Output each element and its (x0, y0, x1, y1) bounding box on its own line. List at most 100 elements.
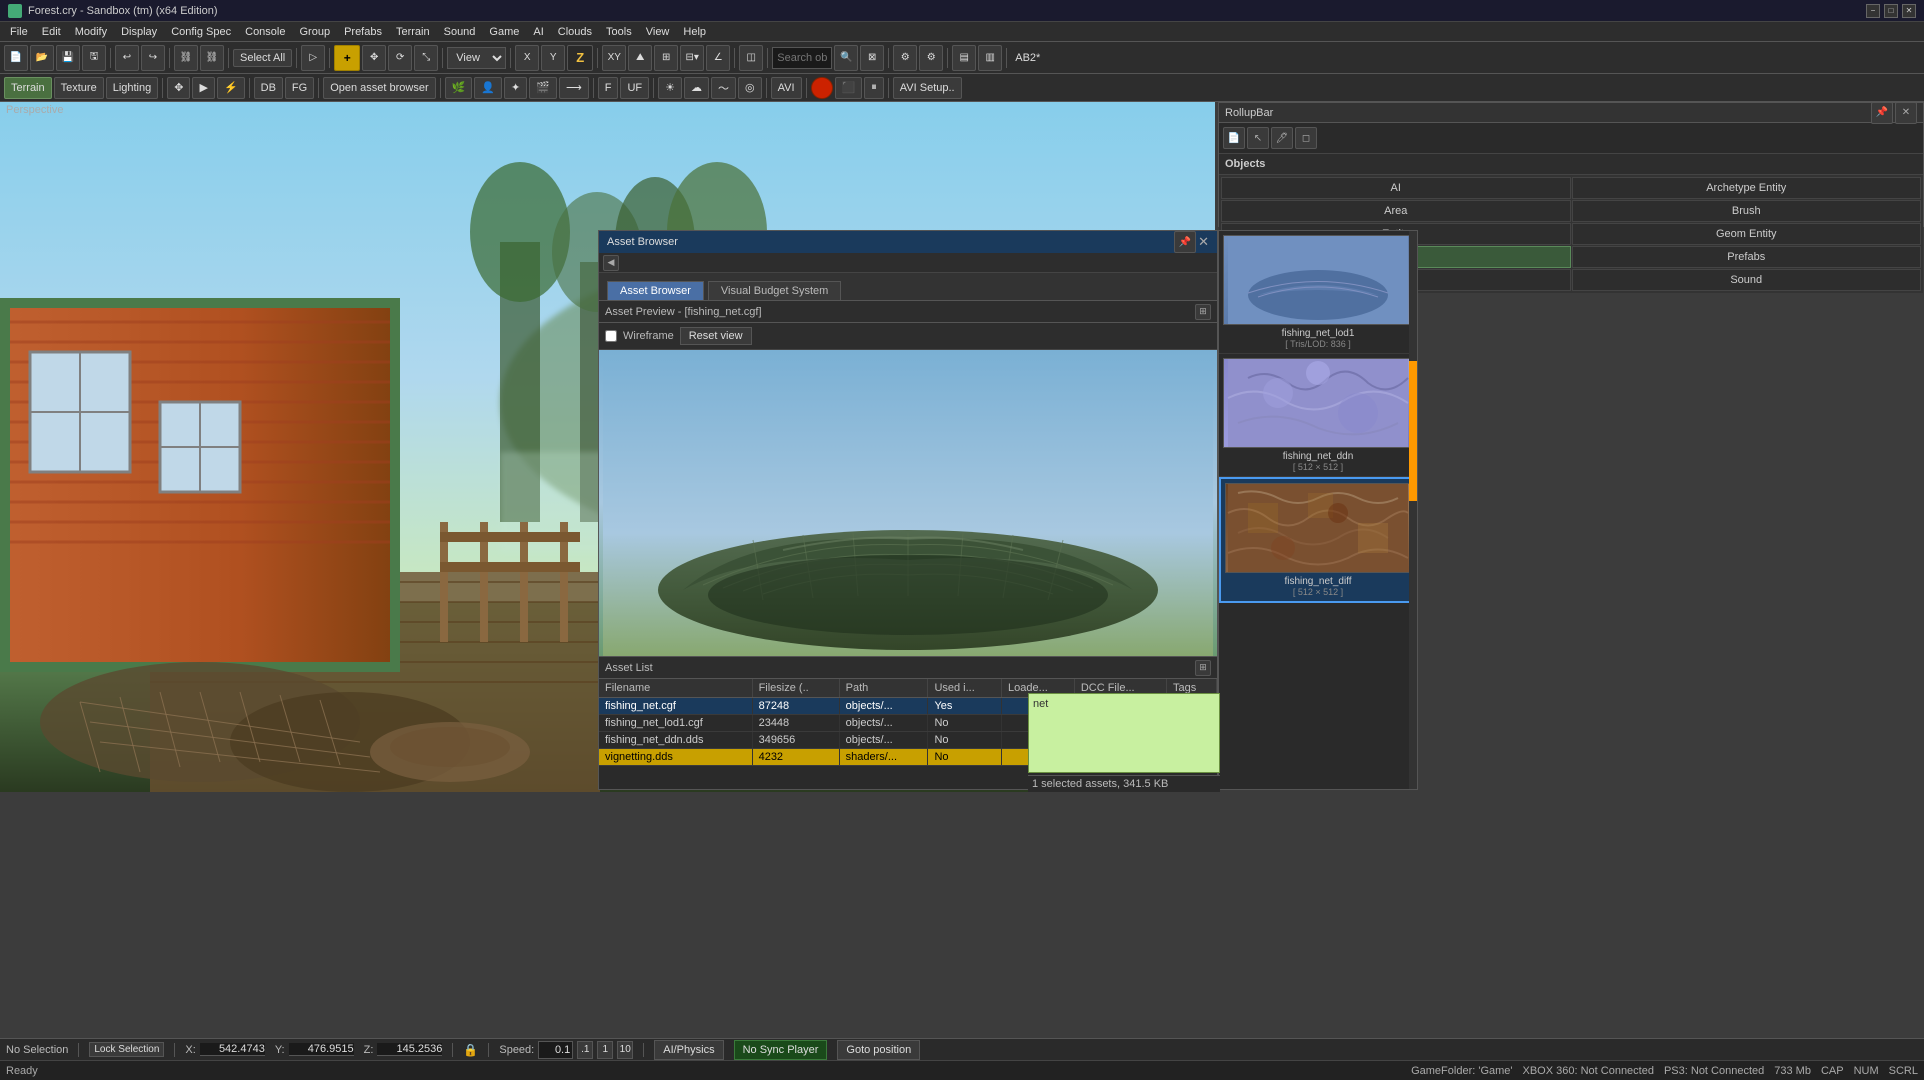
ab-back-btn[interactable]: ◀ (603, 255, 619, 271)
move-btn[interactable]: ✥ (362, 45, 386, 71)
maximize-button[interactable]: □ (1884, 4, 1898, 18)
al-pin-btn[interactable]: ⊞ (1195, 660, 1211, 676)
xy-btn[interactable]: XY (602, 45, 626, 71)
col-filename[interactable]: Filename (599, 679, 752, 698)
rb-paint-btn[interactable]: 🖊 (1271, 127, 1293, 149)
col-path[interactable]: Path (839, 679, 928, 698)
obj-sound-btn[interactable]: Sound (1572, 269, 1922, 291)
uf-btn[interactable]: UF (620, 77, 649, 99)
ab-preview-pin-btn[interactable]: ⊞ (1195, 304, 1211, 320)
menu-view[interactable]: View (640, 24, 676, 40)
open-btn[interactable]: 📂 (30, 45, 54, 71)
layers2-btn[interactable]: ▥ (978, 45, 1002, 71)
undo-btn[interactable]: ↩ (115, 45, 139, 71)
create-btn[interactable]: + (334, 45, 360, 71)
thumb-ddn[interactable]: fishing_net_ddn [ 512 × 512 ] (1219, 354, 1417, 477)
layers-btn[interactable]: ▤ (952, 45, 976, 71)
lighting-btn[interactable]: Lighting (106, 77, 159, 99)
angle-snap-btn[interactable]: ∠ (706, 45, 730, 71)
menu-modify[interactable]: Modify (69, 24, 113, 40)
cloud-btn[interactable]: ☁ (684, 77, 709, 99)
flow-btn[interactable]: ⟶ (559, 77, 589, 99)
menu-tools[interactable]: Tools (600, 24, 638, 40)
avi-setup-btn[interactable]: AVI Setup.. (893, 77, 962, 99)
window-controls[interactable]: − □ ✕ (1866, 4, 1916, 18)
search-objects-input[interactable] (772, 47, 832, 69)
texture-btn[interactable]: Texture (54, 77, 104, 99)
menu-prefabs[interactable]: Prefabs (338, 24, 388, 40)
menu-game[interactable]: Game (483, 24, 525, 40)
menu-clouds[interactable]: Clouds (552, 24, 598, 40)
ref-coord-btn[interactable]: ◫ (739, 45, 763, 71)
link2-btn[interactable]: ⛓ (200, 45, 224, 71)
save-btn[interactable]: 💾 (56, 45, 80, 71)
view-mode-select[interactable]: View Local World (447, 47, 506, 69)
rollupbar-close-btn[interactable]: ✕ (1895, 102, 1917, 124)
menu-display[interactable]: Display (115, 24, 163, 40)
terrain-follow-btn[interactable]: ⛰ (628, 45, 652, 71)
wireframe-checkbox[interactable] (605, 330, 617, 342)
axis-y-btn[interactable]: Y (541, 45, 565, 71)
minimize-button[interactable]: − (1866, 4, 1880, 18)
speed-1-btn[interactable]: 1 (597, 1041, 613, 1059)
ai-physics-btn[interactable]: AI/Physics (654, 1040, 723, 1060)
thumb-diff[interactable]: fishing_net_diff [ 512 × 512 ] (1219, 477, 1417, 603)
y-input[interactable] (289, 1043, 354, 1056)
right-panel-scrollbar[interactable] (1409, 231, 1417, 789)
link-btn[interactable]: ⛓ (174, 45, 198, 71)
anim2-btn[interactable]: ⚡ (217, 77, 245, 99)
scale-btn[interactable]: ⤡ (414, 45, 438, 71)
open-asset-browser-btn[interactable]: Open asset browser (323, 77, 435, 99)
redo-btn[interactable]: ↪ (141, 45, 165, 71)
z-input[interactable] (377, 1043, 442, 1056)
scrollbar-handle[interactable] (1409, 361, 1417, 501)
f-btn[interactable]: F (598, 77, 619, 99)
obj-btn[interactable]: ◎ (738, 77, 762, 99)
grid-btn[interactable]: ⊞ (654, 45, 678, 71)
db-btn[interactable]: DB (254, 77, 283, 99)
obj-brush-btn[interactable]: Brush (1572, 200, 1922, 222)
speed-01-btn[interactable]: .1 (577, 1041, 593, 1059)
new-btn[interactable]: 📄 (4, 45, 28, 71)
tab-asset-browser[interactable]: Asset Browser (607, 281, 704, 300)
axis-z-btn[interactable]: Z (567, 45, 593, 71)
rb-new-btn[interactable]: 📄 (1223, 127, 1245, 149)
ab-pin-btn[interactable]: 📌 (1174, 231, 1196, 253)
entity-btn[interactable]: 👤 (474, 77, 502, 99)
menu-console[interactable]: Console (239, 24, 291, 40)
menu-file[interactable]: File (4, 24, 34, 40)
avi-btn[interactable]: AVI (771, 77, 802, 99)
record-btn[interactable] (811, 77, 833, 99)
lock-selection-btn[interactable]: Lock Selection (89, 1042, 164, 1057)
col-used[interactable]: Used i... (928, 679, 1002, 698)
x-input[interactable] (200, 1043, 265, 1056)
select-all-button[interactable]: Select All (233, 49, 292, 67)
menu-terrain[interactable]: Terrain (390, 24, 436, 40)
menu-edit[interactable]: Edit (36, 24, 67, 40)
obj-area-btn[interactable]: Area (1221, 200, 1571, 222)
obj-prefabs-btn[interactable]: Prefabs (1572, 246, 1922, 268)
tab-visual-budget[interactable]: Visual Budget System (708, 281, 841, 300)
thumb-lod1[interactable]: fishing_net_lod1 [ Tris/LOD: 836 ] (1219, 231, 1417, 354)
col-filesize[interactable]: Filesize (.. (752, 679, 839, 698)
grid2-btn[interactable]: ⊟▾ (680, 45, 704, 71)
obj-ai-btn[interactable]: AI (1221, 177, 1571, 199)
obj-archetype-entity-btn[interactable]: Archetype Entity (1572, 177, 1922, 199)
close-button[interactable]: ✕ (1902, 4, 1916, 18)
no-sync-player-btn[interactable]: No Sync Player (734, 1040, 828, 1060)
fg-btn[interactable]: FG (285, 77, 314, 99)
physobj-btn[interactable]: ⚙ (893, 45, 917, 71)
menu-help[interactable]: Help (677, 24, 712, 40)
reset-view-btn[interactable]: Reset view (680, 327, 752, 345)
asset-preview-viewport[interactable] (599, 350, 1217, 656)
rollupbar-pin-btn[interactable]: 📌 (1871, 102, 1893, 124)
speed-input[interactable] (538, 1041, 573, 1059)
water-btn[interactable]: 〜 (711, 77, 736, 99)
terrain-btn[interactable]: Terrain (4, 77, 52, 99)
track-btn[interactable]: 🎬 (529, 77, 557, 99)
menu-sound[interactable]: Sound (438, 24, 482, 40)
phys2-btn[interactable]: ⚙ (919, 45, 943, 71)
goto-position-btn[interactable]: Goto position (837, 1040, 920, 1060)
find2-btn[interactable]: ⊠ (860, 45, 884, 71)
find-btn[interactable]: 🔍 (834, 45, 858, 71)
